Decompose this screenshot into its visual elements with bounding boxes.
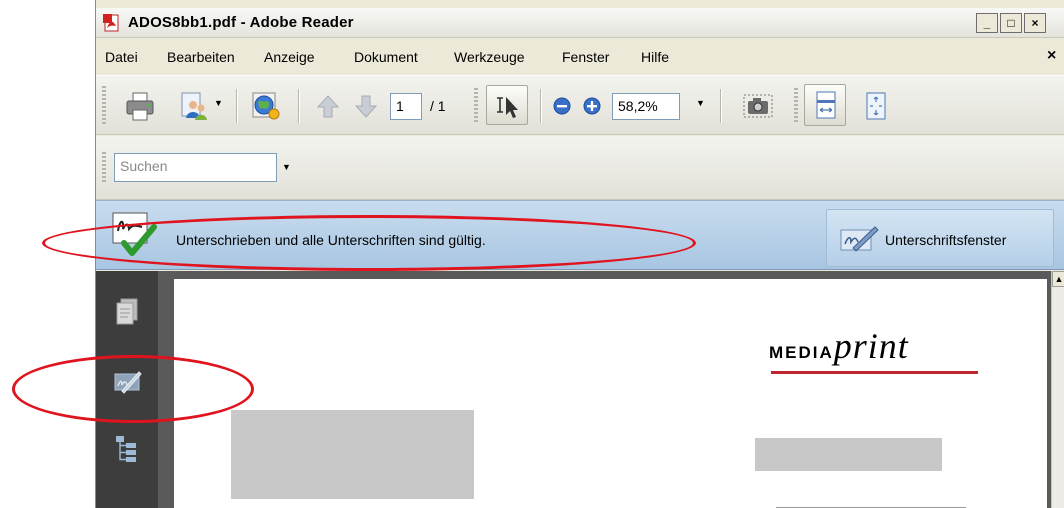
- next-page-icon[interactable]: [350, 90, 382, 122]
- snapshot-camera-icon[interactable]: [742, 90, 774, 122]
- zoom-in-icon[interactable]: [582, 96, 602, 116]
- toolbar-separator: [720, 89, 722, 123]
- toolbar-grip[interactable]: [794, 88, 798, 124]
- menu-bar: Datei Bearbeiten Anzeige Dokument Werkze…: [96, 42, 1064, 72]
- scroll-up-arrow-icon[interactable]: ▲: [1052, 271, 1064, 287]
- pages-icon[interactable]: [112, 297, 142, 327]
- redacted-block: [755, 438, 942, 471]
- minimize-button[interactable]: _: [976, 13, 998, 33]
- toolbar-grip[interactable]: [474, 88, 478, 124]
- search-toolbar: Suchen ▼: [96, 136, 1064, 200]
- menu-bearbeiten[interactable]: Bearbeiten: [167, 49, 235, 65]
- main-toolbar: ▼ 1 / 1 58,2% ▼: [96, 75, 1064, 135]
- logo-print-text: print: [833, 326, 909, 366]
- annotation-ellipse-status: [42, 215, 696, 271]
- menu-hilfe[interactable]: Hilfe: [641, 49, 669, 65]
- close-button[interactable]: ×: [1024, 13, 1046, 33]
- signature-pen-icon: [840, 226, 879, 252]
- mediaprint-logo: MEDIAprint: [769, 325, 909, 367]
- fit-width-icon: [816, 91, 836, 119]
- menu-anzeige[interactable]: Anzeige: [264, 49, 315, 65]
- print-icon[interactable]: [124, 90, 156, 122]
- logo-media-text: MEDIA: [769, 343, 834, 362]
- document-page: MEDIAprint: [174, 279, 1047, 508]
- collaborate-dropdown-icon[interactable]: ▼: [214, 98, 223, 108]
- page-number-input[interactable]: 1: [390, 93, 422, 120]
- toolbar-grip[interactable]: [102, 152, 106, 184]
- toolbar-separator: [540, 89, 542, 123]
- collaborate-icon[interactable]: [178, 90, 210, 122]
- menu-dokument[interactable]: Dokument: [354, 49, 418, 65]
- signature-panel-button[interactable]: Unterschriftsfenster: [826, 209, 1054, 267]
- maximize-button[interactable]: □: [1000, 13, 1022, 33]
- toolbar-separator: [236, 89, 238, 123]
- annotation-ellipse-signatures: [12, 355, 254, 423]
- menu-fenster[interactable]: Fenster: [562, 49, 609, 65]
- toolbar-grip[interactable]: [102, 86, 106, 126]
- pdf-file-icon: [103, 14, 119, 32]
- toolbar-separator: [298, 89, 300, 123]
- text-select-cursor-icon: [497, 97, 518, 118]
- maximize-icon: □: [1007, 16, 1015, 30]
- window-title: ADOS8bb1.pdf - Adobe Reader: [128, 14, 354, 31]
- logo-underline: [771, 371, 978, 374]
- fit-page-icon[interactable]: [860, 90, 892, 122]
- secure-globe-icon[interactable]: [250, 90, 282, 122]
- previous-page-icon[interactable]: [312, 90, 344, 122]
- vertical-scrollbar[interactable]: ▲: [1051, 271, 1064, 508]
- menu-datei[interactable]: Datei: [105, 49, 138, 65]
- zoom-out-icon[interactable]: [552, 96, 572, 116]
- minimize-icon: _: [983, 16, 991, 30]
- bookmarks-tree-icon[interactable]: [112, 433, 142, 463]
- zoom-dropdown-icon[interactable]: ▼: [696, 98, 705, 108]
- search-dropdown-icon[interactable]: ▼: [282, 162, 291, 172]
- select-tool-button[interactable]: [486, 85, 528, 125]
- fit-width-button[interactable]: [804, 84, 846, 126]
- zoom-level-input[interactable]: 58,2%: [612, 93, 680, 120]
- signature-panel-label: Unterschriftsfenster: [885, 232, 1007, 248]
- document-viewport[interactable]: MEDIAprint: [158, 271, 1064, 508]
- document-close-icon[interactable]: ×: [1047, 47, 1056, 65]
- page-total: / 1: [430, 98, 446, 114]
- title-bar[interactable]: ADOS8bb1.pdf - Adobe Reader _ □ ×: [96, 8, 1064, 38]
- menu-werkzeuge[interactable]: Werkzeuge: [454, 49, 525, 65]
- close-icon: ×: [1031, 16, 1039, 30]
- redacted-block: [231, 410, 474, 499]
- search-input[interactable]: Suchen: [114, 153, 277, 182]
